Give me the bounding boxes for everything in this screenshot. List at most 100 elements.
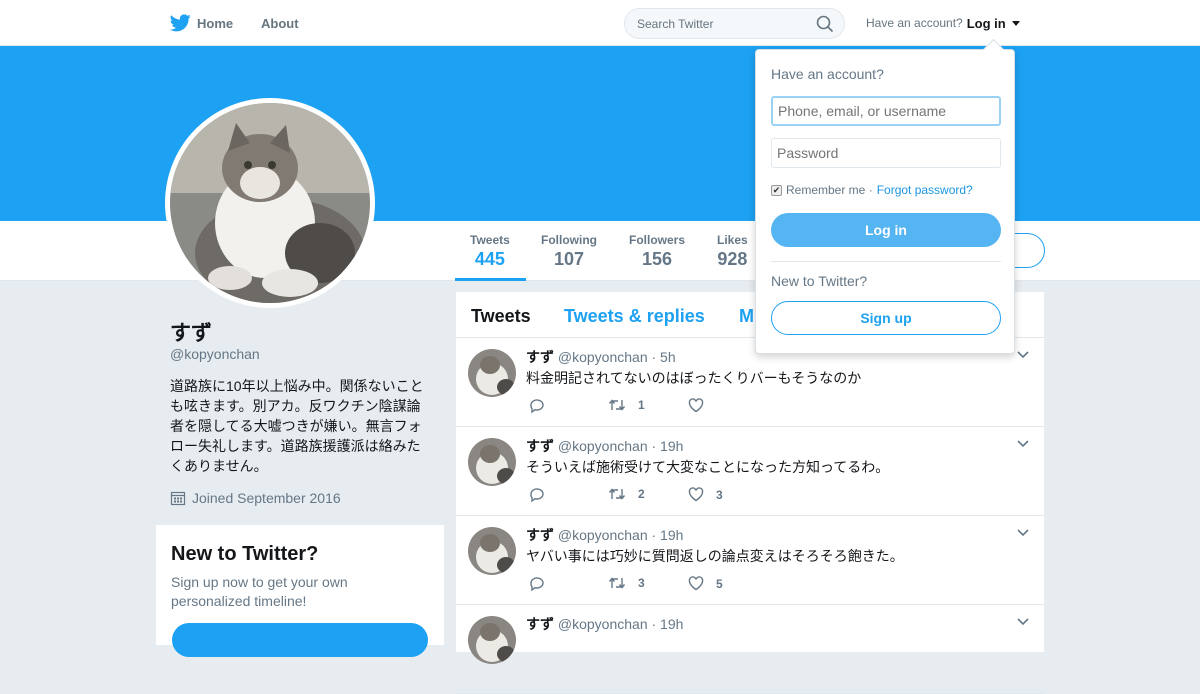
stat-following[interactable]: Following 107 [541,233,597,270]
avatar[interactable] [468,527,516,575]
login-toggle[interactable]: Have an account? Log in [866,0,1020,46]
chevron-down-icon[interactable] [1016,439,1030,449]
stat-label: Tweets [470,233,510,247]
have-account-text: Have an account? [866,16,963,30]
tweet-time[interactable]: · 19h [652,438,684,454]
heart-icon [688,576,704,591]
tweet-actions: 3 5 [528,576,788,594]
twitter-bird-icon [170,14,191,32]
promo-signup-button[interactable] [172,623,428,657]
tweet-header: すず @kopyonchan · 19h [526,614,683,634]
nav-about-link[interactable]: About [261,0,299,46]
profile-bio: 道路族に10年以上悩み中。関係ないことも呟きます。別アカ。反ワクチン陰謀論者を隠… [170,378,424,474]
stat-label: Followers [629,233,686,247]
tab-media[interactable]: M [739,306,754,327]
tab-tweets-replies[interactable]: Tweets & replies [564,306,705,327]
login-link[interactable]: Log in [967,16,1006,31]
stat-value: 156 [641,249,673,269]
retweet-icon [608,488,626,500]
cat-photo [468,438,516,486]
tweet-author-handle[interactable]: @kopyonchan [558,438,648,454]
login-button[interactable]: Log in [771,213,1001,247]
retweet-icon [608,399,626,411]
reply-icon [530,577,544,592]
stat-tweets[interactable]: Tweets 445 [470,233,510,270]
new-to-twitter-label: New to Twitter? [771,273,868,289]
tweet-item[interactable]: すず @kopyonchan · 19h ヤバい事には巧妙に質問返しの論点変えは… [456,516,1044,605]
profile-handle[interactable]: @kopyonchan [170,346,260,362]
tweet-text: ヤバい事には巧妙に質問返しの論点変えはそろそろ飽きた。 [526,548,904,564]
like-button[interactable]: 5 [688,576,723,591]
tweet-header: すず @kopyonchan · 5h [526,347,676,367]
cat-photo [468,349,516,397]
profile-avatar[interactable] [165,98,375,308]
remember-label: Remember me · [786,183,873,197]
signup-button[interactable]: Sign up [771,301,1001,335]
tweet-actions: 1 [528,398,788,416]
avatar[interactable] [468,349,516,397]
joined-text: Joined September 2016 [192,490,341,506]
promo-subtitle: Sign up now to get your own personalized… [171,574,348,609]
retweet-button[interactable]: 2 [608,487,645,501]
tweet-item[interactable]: すず @kopyonchan · 19h そういえば施術受けて大変なことになった… [456,427,1044,516]
active-stat-indicator [455,278,526,281]
top-nav: Home About Search Twitter Have an accoun… [0,0,1200,46]
cat-photo [468,616,516,664]
avatar [170,103,370,303]
retweet-button[interactable]: 1 [608,398,645,412]
heart-icon [688,398,704,413]
stat-value: 107 [553,249,585,269]
reply-button[interactable] [528,487,546,503]
dropdown-title: Have an account? [771,66,884,82]
avatar[interactable] [468,616,516,664]
tweet-text: 料金明記されてないのはぼったくりバーもそうなのか [526,370,862,386]
chevron-down-icon[interactable] [1016,617,1030,627]
like-count: 3 [716,487,723,502]
cat-photo [170,103,370,303]
search-input[interactable]: Search Twitter [624,8,845,39]
tweet-actions: 2 3 [528,487,788,505]
retweet-button[interactable]: 3 [608,576,645,590]
like-button[interactable] [688,398,716,413]
tweet-author-name[interactable]: すず [526,527,554,543]
avatar[interactable] [468,438,516,486]
divider [771,261,1001,262]
forgot-password-link[interactable]: Forgot password? [877,183,973,197]
stat-likes[interactable]: Likes 928 [717,233,748,270]
chevron-down-icon [1011,20,1020,26]
joined-date: Joined September 2016 [170,490,341,506]
retweet-count: 3 [638,576,645,590]
tweet-time[interactable]: · 5h [652,349,676,365]
search-placeholder: Search Twitter [637,16,714,31]
stat-label: Likes [717,233,748,247]
nav-home-link[interactable]: Home [170,0,233,46]
reply-icon [530,399,544,414]
profile-name[interactable]: すず [170,317,212,347]
tweet-time[interactable]: · 19h [652,527,684,543]
tweet-text: そういえば施術受けて大変なことになった方知ってるわ。 [526,459,890,475]
reply-button[interactable] [528,576,546,592]
promo-title: New to Twitter? [171,543,319,565]
stat-followers[interactable]: Followers 156 [629,233,685,270]
tab-tweets[interactable]: Tweets [471,306,531,327]
reply-button[interactable] [528,398,546,414]
retweet-count: 1 [638,398,645,412]
login-dropdown: Have an account? ✔ Remember me · Forgot … [755,49,1015,354]
tweet-item[interactable]: すず @kopyonchan · 19h [456,605,1044,694]
like-count: 5 [716,576,723,591]
tweet-author-name[interactable]: すず [526,349,554,365]
tweet-header: すず @kopyonchan · 19h [526,525,683,545]
stat-label: Following [541,233,597,247]
search-icon[interactable] [816,15,834,33]
tweet-author-handle[interactable]: @kopyonchan [558,349,648,365]
chevron-down-icon[interactable] [1016,350,1030,360]
chevron-down-icon[interactable] [1016,528,1030,538]
remember-checkbox[interactable]: ✔ [771,184,782,196]
stat-value: 445 [474,249,505,269]
password-input[interactable] [771,138,1001,168]
tweet-author-handle[interactable]: @kopyonchan [558,527,648,543]
like-button[interactable]: 3 [688,487,723,502]
tweet-author-name[interactable]: すず [526,438,554,454]
nav-home-label: Home [197,15,234,31]
username-input[interactable] [771,96,1001,126]
